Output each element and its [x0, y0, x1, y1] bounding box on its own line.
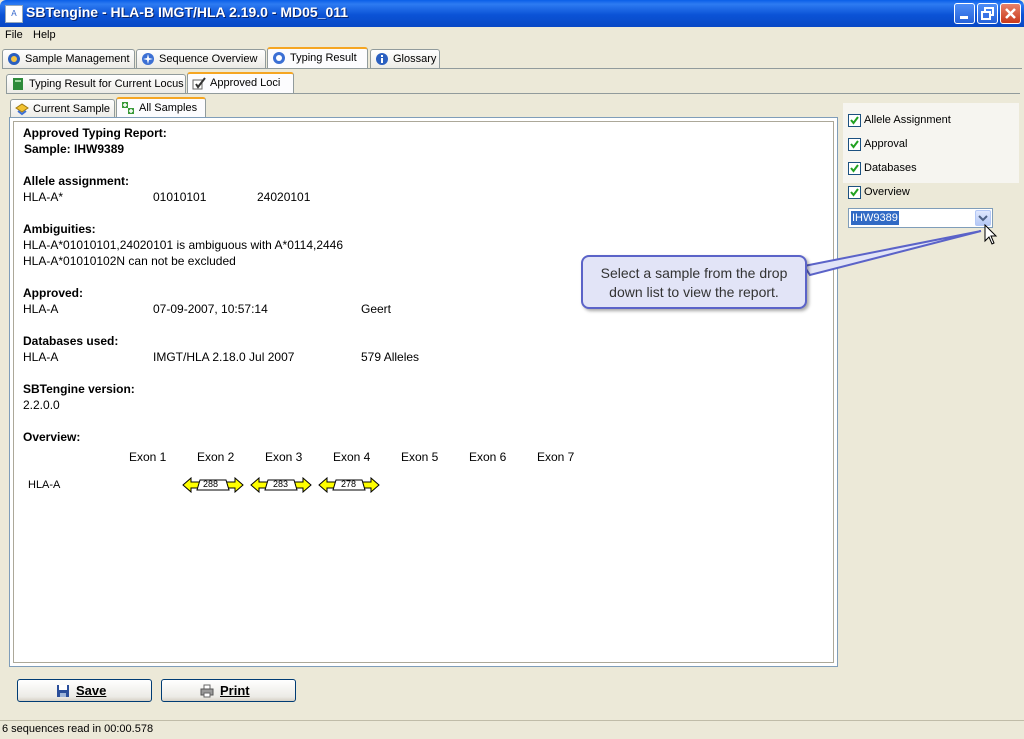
- allele-locus: HLA-A*: [23, 190, 64, 204]
- title-bar: A SBTengine - HLA-B IMGT/HLA 2.19.0 - MD…: [0, 0, 1024, 27]
- save-button[interactable]: Save: [17, 679, 152, 702]
- tab-sample-management[interactable]: Sample Management: [2, 49, 135, 68]
- sample-select[interactable]: IHW9389: [848, 208, 993, 228]
- db-locus: HLA-A: [23, 350, 59, 364]
- tab-approved-loci[interactable]: Approved Loci: [187, 72, 294, 93]
- ambiguity-1: HLA-A*01010101,24020101 is ambiguous wit…: [23, 238, 344, 252]
- exon-read-label: 278: [341, 479, 357, 489]
- report-title: Approved Typing Report:: [23, 126, 167, 140]
- main-tabs: Sample Management Sequence Overview Typi…: [2, 47, 1022, 69]
- info-icon: [376, 53, 388, 65]
- chevron-down-icon: [978, 215, 988, 222]
- exon-read-arrow: 288: [182, 476, 244, 494]
- book-icon: [13, 78, 23, 90]
- menu-bar: File Help: [0, 27, 1024, 45]
- main-tabs-divider: [2, 68, 1022, 69]
- current-sample-icon: [15, 103, 29, 116]
- db-name: IMGT/HLA 2.18.0 Jul 2007: [153, 350, 295, 364]
- databases-checkbox[interactable]: [848, 162, 861, 175]
- sample-management-icon: [8, 53, 20, 65]
- save-icon: [57, 685, 69, 697]
- approved-date: 07-09-2007, 10:57:14: [153, 302, 268, 316]
- printer-icon: [200, 684, 214, 698]
- databases-label: Databases: [864, 162, 917, 174]
- restore-icon: [981, 7, 994, 20]
- exon-header: Exon 4: [333, 450, 371, 464]
- overview-heading: Overview:: [23, 430, 81, 444]
- callout-line-1: Select a sample from the drop: [600, 265, 788, 281]
- report-sample: Sample: IHW9389: [24, 142, 125, 156]
- exon-read-label: 288: [203, 479, 219, 489]
- allele-1: 01010101: [153, 190, 207, 204]
- callout-tooltip: Select a sample from the drop down list …: [581, 255, 807, 309]
- tab-typing-result[interactable]: Typing Result: [267, 47, 368, 68]
- all-samples-icon: [122, 102, 134, 114]
- mouse-cursor-icon: [984, 224, 998, 245]
- close-button[interactable]: [1000, 3, 1021, 24]
- tab-sequence-overview[interactable]: Sequence Overview: [136, 49, 266, 68]
- allele-heading: Allele assignment:: [23, 174, 130, 188]
- exon-read-label: 283: [273, 479, 289, 489]
- checkmark-icon: [850, 188, 859, 197]
- allele-assignment-label: Allele Assignment: [864, 114, 951, 126]
- ambiguities-heading: Ambiguities:: [23, 222, 96, 236]
- version-value: 2.2.0.0: [23, 398, 60, 412]
- report-panel: Approved Typing Report: Sample: IHW9389 …: [9, 117, 838, 667]
- callout-line-2: down list to view the report.: [609, 284, 779, 300]
- exon-header: Exon 5: [401, 450, 439, 464]
- allele-assignment-checkbox[interactable]: [848, 114, 861, 127]
- tab-glossary[interactable]: Glossary: [370, 49, 440, 68]
- approval-label: Approval: [864, 138, 908, 150]
- window-title: SBTengine - HLA-B IMGT/HLA 2.19.0 - MD05…: [26, 4, 349, 20]
- sub-tabs: Typing Result for Current Locus Approved…: [6, 72, 1020, 94]
- typing-result-icon: [273, 52, 285, 64]
- databases-heading: Databases used:: [23, 334, 119, 348]
- callout-pointer: [802, 230, 982, 277]
- overview-locus: HLA-A: [28, 479, 61, 491]
- exon-header: Exon 2: [197, 450, 235, 464]
- exon-header: Exon 7: [537, 450, 575, 464]
- menu-help[interactable]: Help: [33, 29, 56, 41]
- minimize-icon: [960, 16, 968, 19]
- exon-header: Exon 1: [129, 450, 167, 464]
- allele-2: 24020101: [257, 190, 311, 204]
- sequence-overview-icon: [142, 53, 154, 65]
- exon-read-arrow: 278: [318, 476, 380, 494]
- minimize-button[interactable]: [954, 3, 975, 24]
- tab-current-sample[interactable]: Current Sample: [10, 99, 115, 118]
- status-text: 6 sequences read in 00:00.578: [2, 723, 154, 735]
- sample-select-value: IHW9389: [851, 211, 899, 225]
- tab-typing-result-current-locus[interactable]: Typing Result for Current Locus: [6, 74, 186, 93]
- print-button[interactable]: Print: [161, 679, 296, 702]
- approved-locus: HLA-A: [23, 302, 59, 316]
- approve-icon: [192, 77, 206, 90]
- sample-tabs: Current Sample All Samples: [10, 97, 840, 119]
- db-alleles: 579 Alleles: [361, 350, 420, 364]
- approved-heading: Approved:: [23, 286, 83, 300]
- approved-by: Geert: [361, 302, 392, 316]
- report-content: Approved Typing Report: Sample: IHW9389 …: [13, 121, 834, 663]
- tab-all-samples[interactable]: All Samples: [116, 97, 206, 118]
- ambiguity-2: HLA-A*01010102N can not be excluded: [23, 254, 236, 268]
- sub-tabs-divider: [6, 93, 1020, 94]
- overview-label: Overview: [864, 186, 910, 198]
- checkmark-icon: [850, 140, 859, 149]
- checkmark-icon: [850, 164, 859, 173]
- app-icon: A: [5, 5, 23, 23]
- restore-button[interactable]: [977, 3, 998, 24]
- exon-read-arrow: 283: [250, 476, 312, 494]
- approval-checkbox[interactable]: [848, 138, 861, 151]
- status-bar: 6 sequences read in 00:00.578: [0, 720, 1024, 739]
- checkmark-icon: [850, 116, 859, 125]
- exon-header: Exon 6: [469, 450, 507, 464]
- exon-header: Exon 3: [265, 450, 303, 464]
- overview-checkbox[interactable]: [848, 186, 861, 199]
- menu-file[interactable]: File: [5, 29, 23, 41]
- version-heading: SBTengine version:: [23, 382, 135, 396]
- close-icon: [1005, 8, 1016, 19]
